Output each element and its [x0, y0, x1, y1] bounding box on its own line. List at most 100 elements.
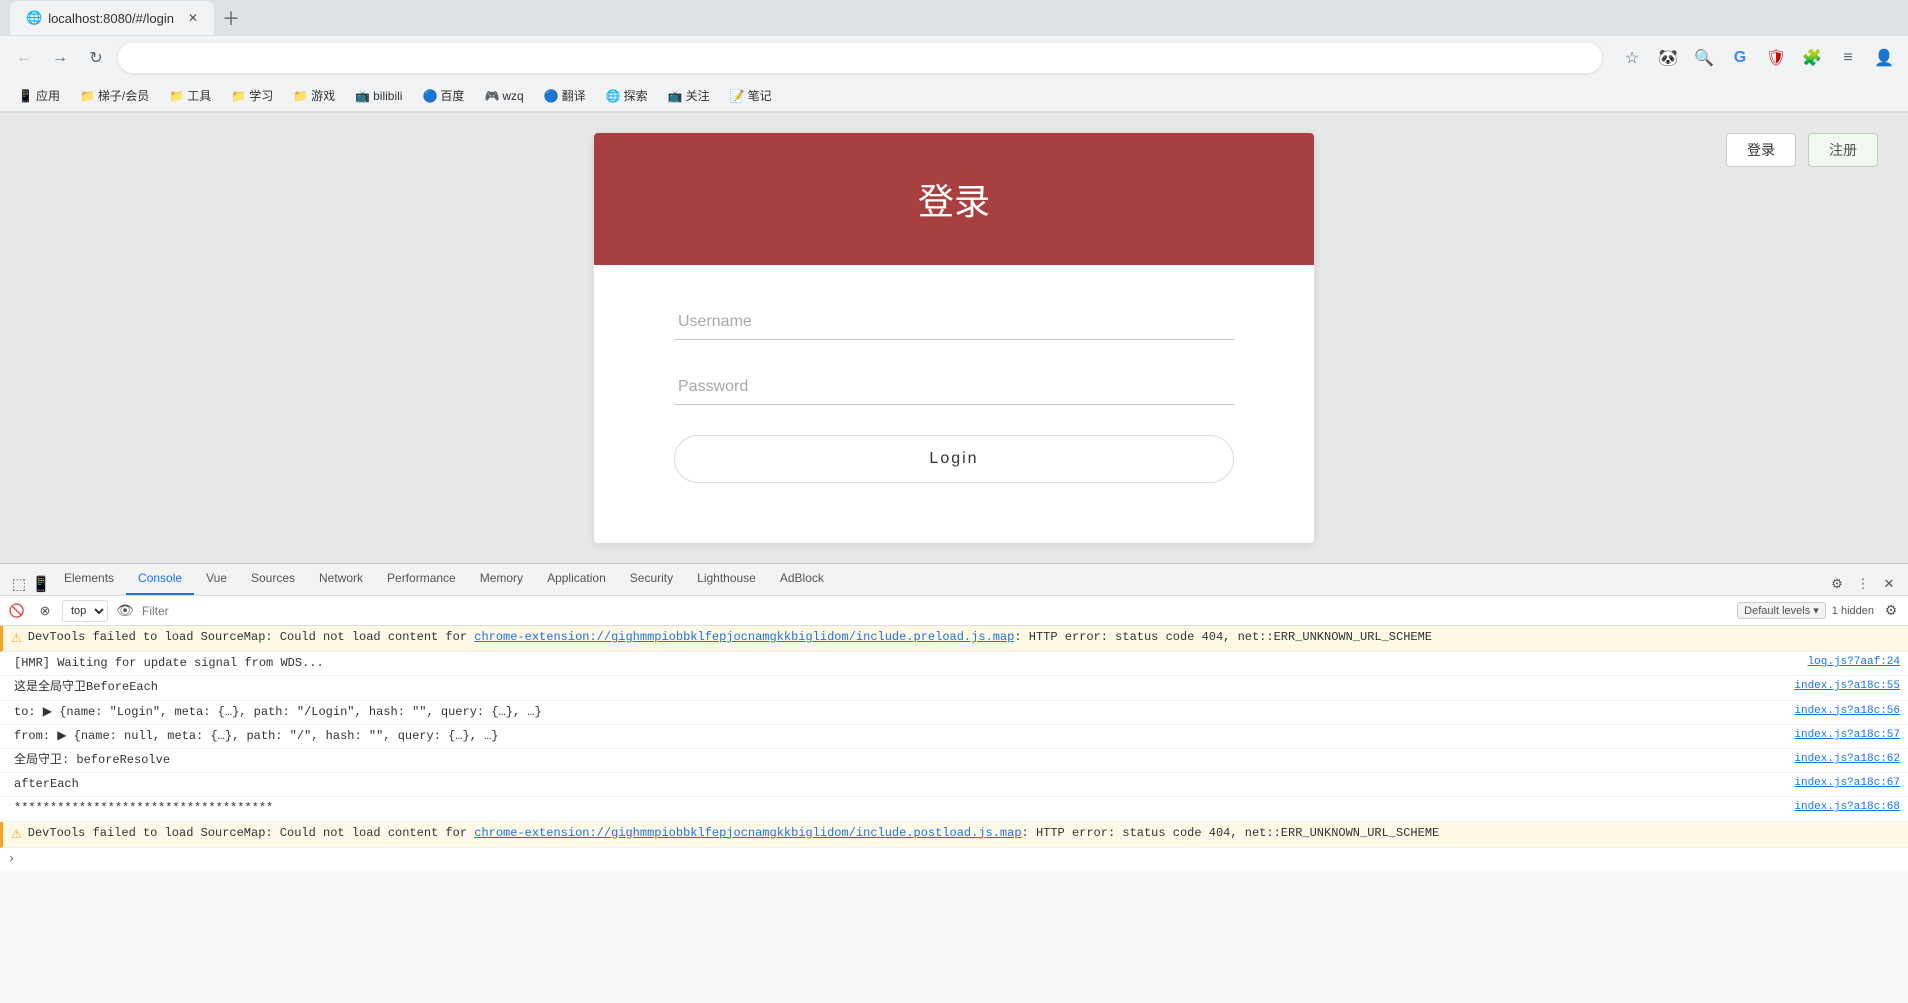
new-tab-btn[interactable]: ＋	[222, 5, 240, 31]
log-text-to: to: ▶ {name: "Login", meta: {…}, path: "…	[14, 703, 1794, 722]
bookmark-study[interactable]: 📁 学习	[223, 84, 281, 107]
log-source-from[interactable]: index.js?a18c:57	[1794, 727, 1900, 745]
log-source-to[interactable]: index.js?a18c:56	[1794, 703, 1900, 721]
bookmark-translate-label: 翻译	[562, 87, 586, 104]
log-source-aftereach[interactable]: index.js?a18c:67	[1794, 775, 1900, 793]
hidden-count-badge: 1 hidden	[1832, 605, 1874, 617]
forward-button[interactable]: →	[46, 44, 74, 72]
bookmark-baidu[interactable]: 🔵 百度	[414, 84, 472, 107]
filter-input[interactable]	[142, 601, 1731, 621]
devtools-responsive-icon[interactable]: 📱	[30, 573, 52, 595]
translate-g-icon[interactable]: G	[1726, 44, 1754, 72]
bookmark-tools[interactable]: 📁 工具	[161, 84, 219, 107]
login-nav-button[interactable]: 登录	[1726, 133, 1796, 167]
tab-close-icon[interactable]: ✕	[188, 11, 198, 25]
tab-performance[interactable]: Performance	[375, 564, 468, 595]
bookmark-baidu-icon: 🔵	[422, 89, 437, 103]
bookmark-apps[interactable]: 📱 应用	[10, 84, 68, 107]
log-line-warning-2: ⚠ DevTools failed to load SourceMap: Cou…	[0, 822, 1908, 848]
login-card-title: 登录	[634, 173, 1274, 225]
bookmark-folder-icon: 📁	[80, 89, 95, 103]
username-input[interactable]	[674, 305, 1234, 340]
bookmark-wzq-icon: 🎮	[484, 89, 499, 103]
warning-icon-1: ⚠	[11, 630, 22, 649]
clear-console-icon[interactable]: 🚫	[6, 600, 28, 622]
bookmark-ladder-label: 梯子/会员	[98, 87, 149, 104]
log-source-beforeeach[interactable]: index.js?a18c:55	[1794, 678, 1900, 696]
context-select[interactable]: top	[62, 600, 108, 622]
log-line-stars: ************************************ ind…	[0, 797, 1908, 821]
default-levels-button[interactable]: Default levels ▾	[1737, 602, 1826, 619]
tab-lighthouse[interactable]: Lighthouse	[685, 564, 768, 595]
tab-elements-label: Elements	[64, 571, 114, 585]
console-settings-icon[interactable]: ⚙	[1880, 600, 1902, 622]
menu-icon[interactable]: ≡	[1834, 44, 1862, 72]
devtools-more-icon[interactable]: ⋮	[1852, 573, 1874, 595]
bookmark-translate[interactable]: 🔵 翻译	[536, 84, 594, 107]
show-errors-icon[interactable]: ⊗	[34, 600, 56, 622]
warning-icon-2: ⚠	[11, 826, 22, 845]
log-link-1[interactable]: chrome-extension://gighmmpiobbklfepjocna…	[474, 630, 1014, 644]
bookmark-games-label: 游戏	[311, 87, 335, 104]
register-nav-button[interactable]: 注册	[1808, 133, 1878, 167]
address-bar[interactable]: localhost:8080/#/login	[118, 43, 1602, 73]
log-text-warning-2: DevTools failed to load SourceMap: Could…	[28, 824, 1900, 843]
prompt-chevron-icon: ›	[8, 850, 15, 869]
devtools-close-icon[interactable]: ✕	[1878, 573, 1900, 595]
tab-security[interactable]: Security	[618, 564, 685, 595]
log-text-beforeeach: 这是全局守卫BeforeEach	[14, 678, 1794, 697]
log-text-stars: ************************************	[14, 799, 1794, 818]
bookmark-star-icon[interactable]: ☆	[1618, 44, 1646, 72]
log-text-beforeresolve: 全局守卫: beforeResolve	[14, 751, 1794, 770]
user-avatar[interactable]: 👤	[1870, 44, 1898, 72]
log-source-beforeresolve[interactable]: index.js?a18c:62	[1794, 751, 1900, 769]
tab-adblock[interactable]: AdBlock	[768, 564, 836, 595]
password-input[interactable]	[674, 370, 1234, 405]
bookmark-games-folder-icon: 📁	[293, 89, 308, 103]
tab-application-label: Application	[547, 571, 606, 585]
bookmark-explore[interactable]: 🌐 探索	[598, 84, 656, 107]
bookmark-games[interactable]: 📁 游戏	[285, 84, 343, 107]
puzzle-icon[interactable]: 🧩	[1798, 44, 1826, 72]
tab-memory[interactable]: Memory	[468, 564, 535, 595]
log-line-beforeeach: 这是全局守卫BeforeEach index.js?a18c:55	[0, 676, 1908, 700]
bookmark-tools-folder-icon: 📁	[169, 89, 184, 103]
active-tab[interactable]: 🌐 localhost:8080/#/login ✕	[10, 1, 214, 35]
search-icon[interactable]: 🔍	[1690, 44, 1718, 72]
tab-network[interactable]: Network	[307, 564, 375, 595]
tab-security-label: Security	[630, 571, 673, 585]
back-button[interactable]: ←	[10, 44, 38, 72]
tab-elements[interactable]: Elements	[52, 564, 126, 595]
bookmark-explore-icon: 🌐	[606, 89, 621, 103]
panda-icon[interactable]: 🐼	[1654, 44, 1682, 72]
devtools-tab-bar: ⬚ 📱 Elements Console Vue Sources Network…	[0, 564, 1908, 596]
log-link-2[interactable]: chrome-extension://gighmmpiobbklfepjocna…	[474, 826, 1021, 840]
login-card: 登录 Login	[594, 133, 1314, 543]
tab-console[interactable]: Console	[126, 564, 194, 595]
devtools-inspect-icon[interactable]: ⬚	[8, 573, 30, 595]
tab-vue[interactable]: Vue	[194, 564, 239, 595]
nav-bar: ← → ↻ localhost:8080/#/login ☆ 🐼 🔍 G 🛡 🧩…	[0, 36, 1908, 80]
bookmark-notes[interactable]: 📝 笔记	[722, 84, 780, 107]
tab-vue-label: Vue	[206, 571, 227, 585]
top-right-buttons: 登录 注册	[1726, 133, 1878, 167]
devtools-settings-icon[interactable]: ⚙	[1826, 573, 1848, 595]
tab-application[interactable]: Application	[535, 564, 618, 595]
tab-sources[interactable]: Sources	[239, 564, 307, 595]
bookmark-ladder[interactable]: 📁 梯子/会员	[72, 84, 157, 107]
nav-icons: ☆ 🐼 🔍 G 🛡 🧩 ≡ 👤	[1618, 44, 1898, 72]
log-source-hmr[interactable]: log.js?7aaf:24	[1808, 654, 1900, 672]
console-prompt-line[interactable]: ›	[0, 848, 1908, 871]
reload-button[interactable]: ↻	[82, 44, 110, 72]
bookmark-bilibili[interactable]: 📺 bilibili	[347, 86, 410, 106]
log-source-stars[interactable]: index.js?a18c:68	[1794, 799, 1900, 817]
login-submit-button[interactable]: Login	[674, 435, 1234, 483]
bookmark-follow[interactable]: 📺 关注	[660, 84, 718, 107]
log-text-warning-1: DevTools failed to load SourceMap: Could…	[28, 628, 1900, 647]
log-line-aftereach: afterEach index.js?a18c:67	[0, 773, 1908, 797]
show-live-expression-icon[interactable]: 👁	[114, 600, 136, 622]
adblock-icon[interactable]: 🛡	[1762, 44, 1790, 72]
bookmark-wzq[interactable]: 🎮 wzq	[476, 86, 531, 106]
log-line-warning-1: ⚠ DevTools failed to load SourceMap: Cou…	[0, 626, 1908, 652]
tab-console-label: Console	[138, 571, 182, 585]
